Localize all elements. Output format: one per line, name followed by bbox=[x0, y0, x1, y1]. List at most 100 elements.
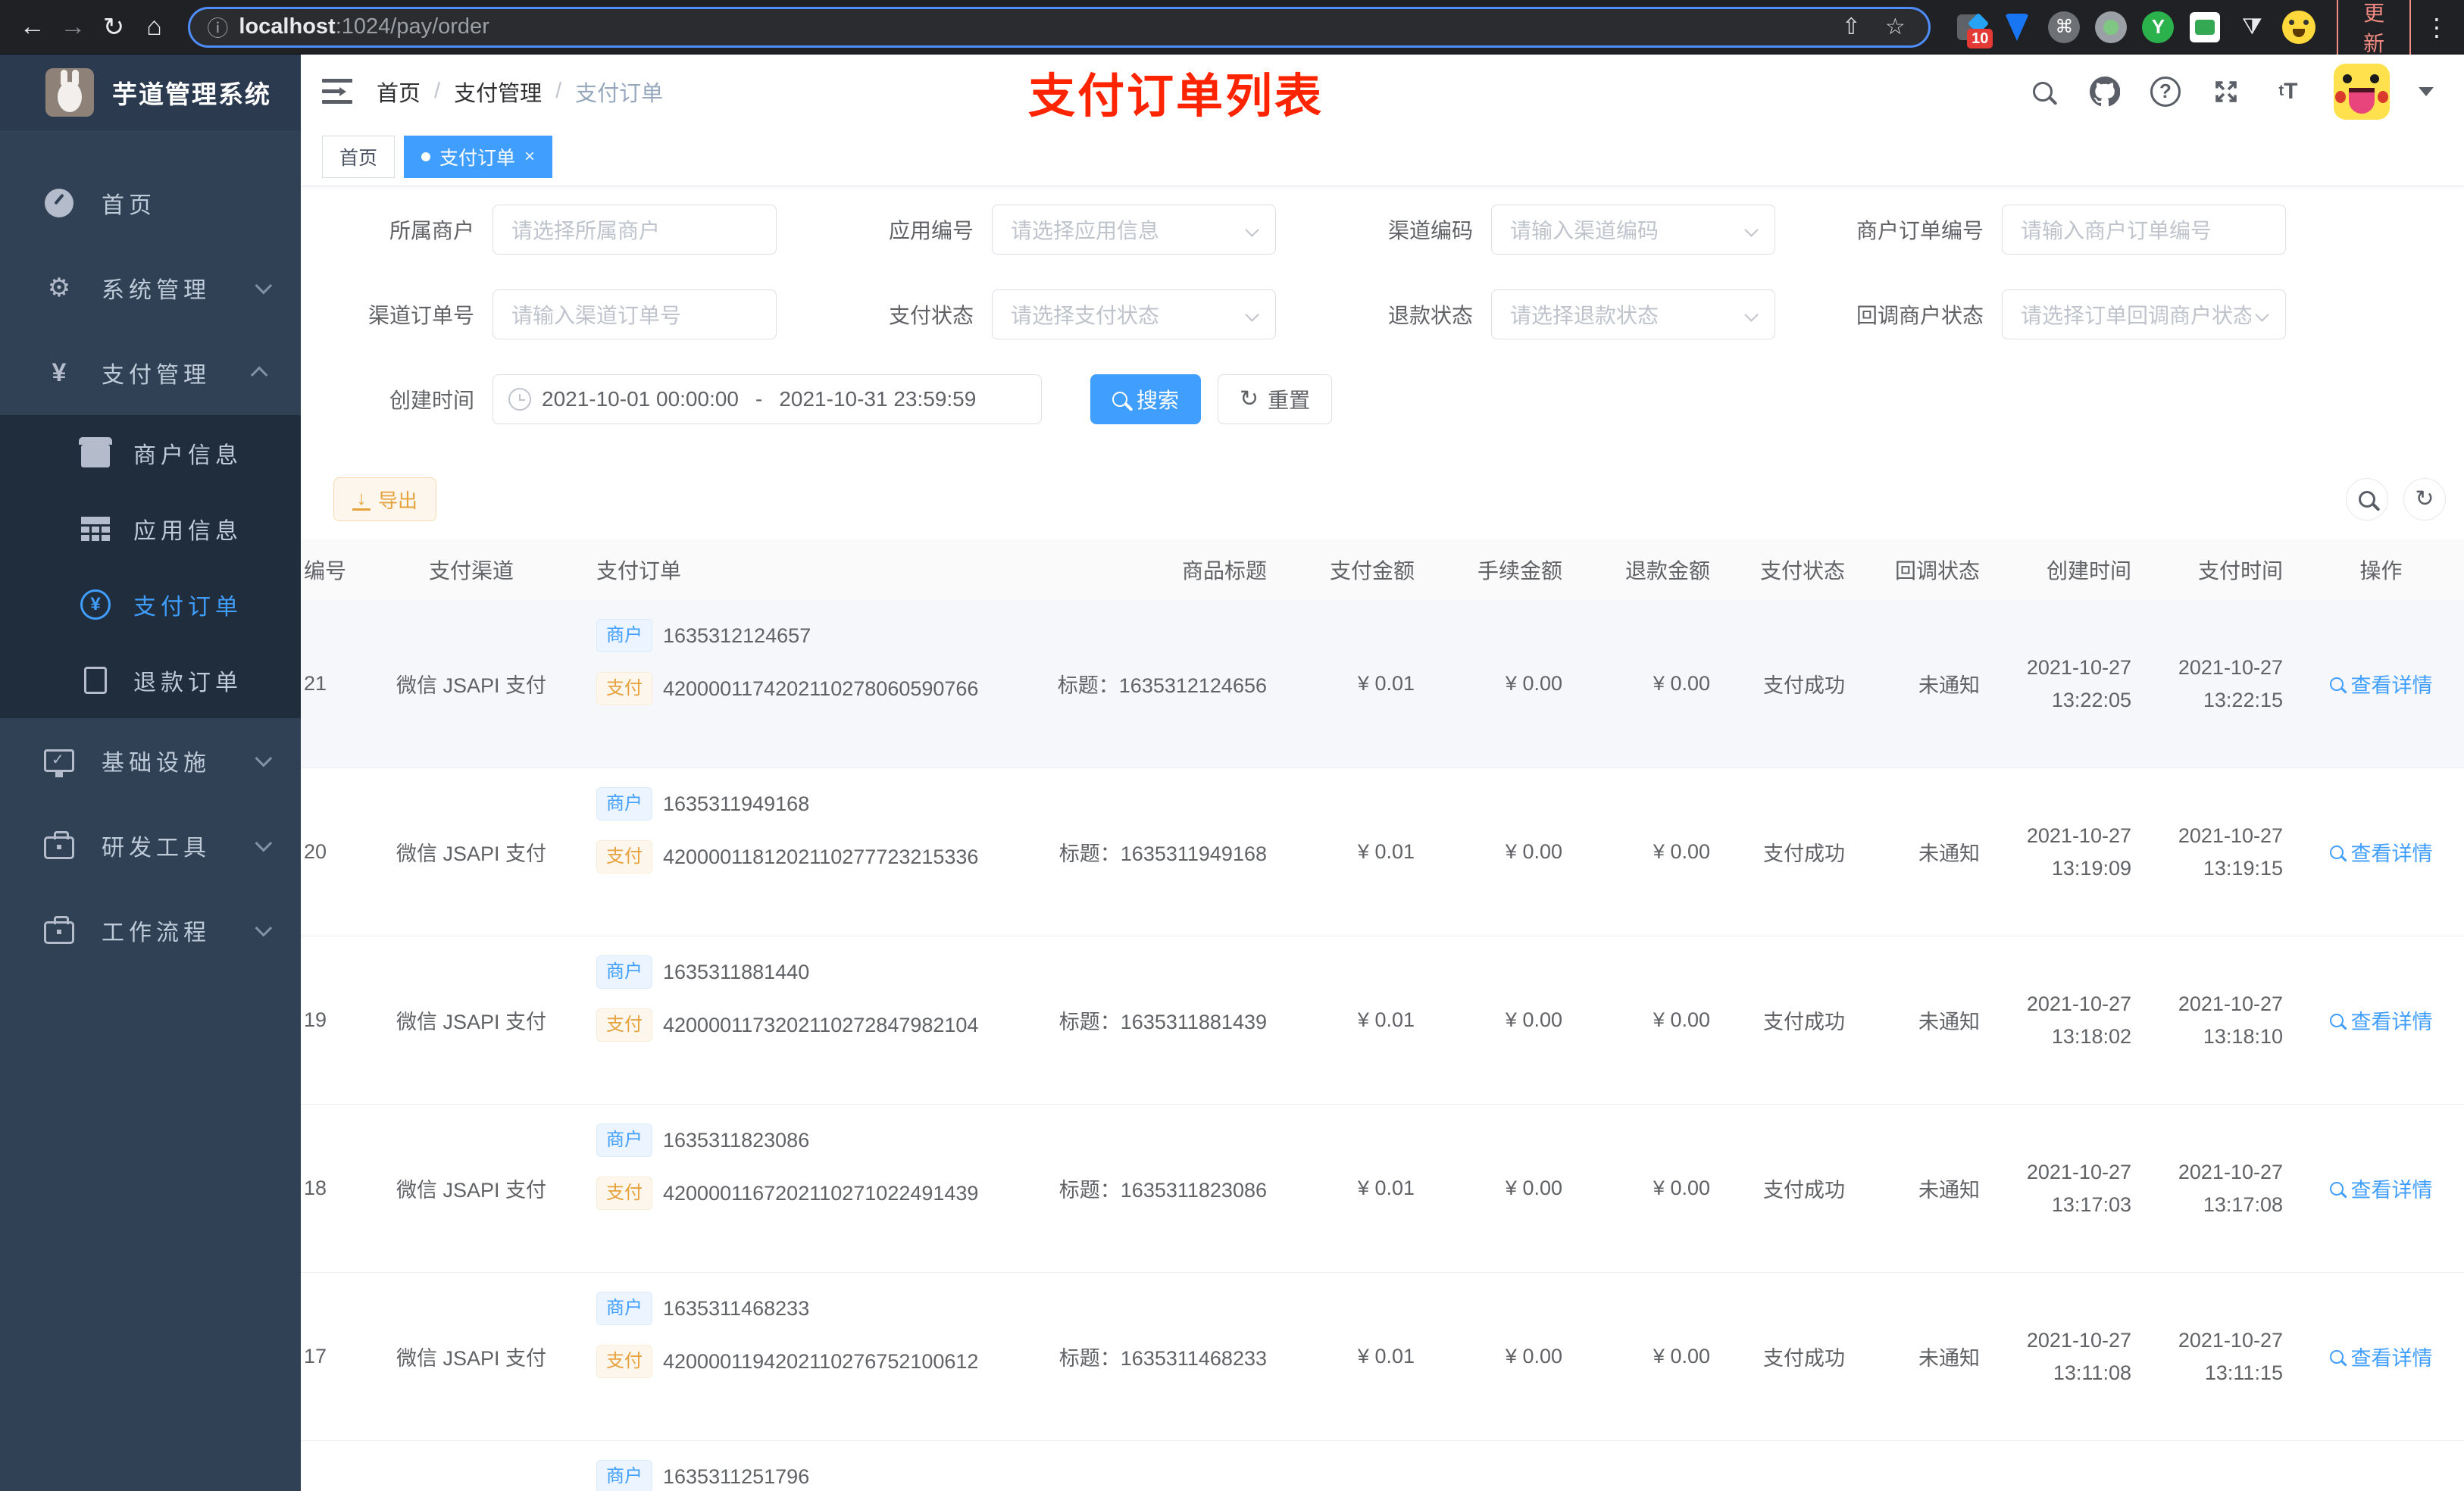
yen-circle-icon: ¥ bbox=[79, 589, 112, 620]
table-row[interactable]: 商户1635311251796 支付 查看详情 bbox=[301, 1441, 2464, 1491]
col-pay-time: 支付时间 bbox=[2197, 559, 2283, 583]
notify-status-select[interactable]: 请选择订单回调商户状态 bbox=[2002, 289, 2286, 339]
search-icon[interactable] bbox=[2026, 75, 2059, 108]
tab-close-icon[interactable]: × bbox=[524, 146, 535, 167]
merchant-order-no-input[interactable]: 请输入商户订单编号 bbox=[2002, 205, 2286, 255]
view-detail-link[interactable]: 查看详情 bbox=[2329, 1005, 2433, 1035]
hamburger-icon[interactable] bbox=[322, 78, 352, 105]
monitor-icon bbox=[42, 749, 76, 777]
view-detail-link[interactable]: 查看详情 bbox=[2329, 669, 2433, 699]
create-time-range-input[interactable]: 2021-10-01 00:00:00 - 2021-10-31 23:59:5… bbox=[492, 374, 1042, 424]
fullscreen-icon[interactable] bbox=[2209, 75, 2243, 108]
merchant-order-no-filter-label: 商户订单编号 bbox=[1856, 219, 1984, 242]
table-row[interactable]: 21 微信 JSAPI 支付 商户 1635312124657 支付 4200001… bbox=[301, 600, 2464, 768]
pay-order-cell: 商户 1635311823086 支付 4200001167202110271022… bbox=[562, 1105, 1017, 1272]
reset-button[interactable]: ↻ 重置 bbox=[1218, 374, 1333, 424]
actions-cell: 查看详情 bbox=[2298, 1342, 2464, 1371]
browser-home-icon[interactable]: ⌂ bbox=[137, 6, 172, 48]
col-notify-status: 回调状态 bbox=[1894, 559, 1980, 583]
dashboard-icon bbox=[42, 189, 76, 217]
annotation-text: 支付订单列表 bbox=[1028, 70, 1324, 123]
user-avatar[interactable] bbox=[2334, 63, 2390, 120]
tab-pay-order[interactable]: 支付订单 × bbox=[404, 136, 553, 178]
address-bar[interactable]: ⓘ localhost:1024/pay/order ⇧ ☆ bbox=[188, 6, 1931, 48]
col-title: 商品标题 bbox=[1181, 559, 1267, 583]
profile-emoji-avatar[interactable] bbox=[2282, 10, 2316, 44]
sidebar-item-refund-order[interactable]: 退款订单 bbox=[0, 642, 301, 718]
breadcrumb: 首页 / 支付管理 / 支付订单 bbox=[377, 76, 663, 108]
pay-amount: ¥ 0.01 bbox=[1357, 672, 1415, 695]
tab-home[interactable]: 首页 bbox=[322, 136, 396, 178]
extension-command-icon[interactable]: ⌘ bbox=[2047, 11, 2081, 44]
channel-order-no-input[interactable]: 请输入渠道订单号 bbox=[492, 289, 777, 339]
avatar-caret-icon[interactable] bbox=[2419, 86, 2434, 104]
view-detail-link[interactable]: 查看详情 bbox=[2329, 1174, 2433, 1203]
col-fee: 手续金额 bbox=[1477, 559, 1562, 583]
orders-table: 编号 支付渠道 支付订单 商品标题 支付金额 手续金额 退款金额 支付状态 回调… bbox=[301, 539, 2464, 1491]
sidebar-item-pay[interactable]: ¥ 支付管理 bbox=[0, 330, 301, 415]
merchant-order-no: 1635311823086 bbox=[663, 1128, 810, 1152]
view-detail-link[interactable]: 查看详情 bbox=[2329, 837, 2433, 867]
search-icon bbox=[2359, 491, 2375, 508]
sidebar-item-devtools[interactable]: 研发工具 bbox=[0, 803, 301, 888]
search-button[interactable]: 搜索 bbox=[1090, 374, 1202, 424]
extension-gem-icon[interactable] bbox=[2000, 11, 2034, 44]
search-icon bbox=[1112, 392, 1127, 407]
refund-amount: ¥ 0.00 bbox=[1653, 840, 1710, 863]
site-info-icon[interactable]: ⓘ bbox=[207, 12, 228, 42]
browser-back-icon[interactable]: ← bbox=[15, 6, 50, 48]
pay-order-cell: 商户 1635311881440 支付 4200001173202110272847… bbox=[562, 936, 1017, 1104]
refund-status-select[interactable]: 请选择退款状态 bbox=[1491, 289, 1775, 339]
browser-menu-icon[interactable]: ⋮ bbox=[2425, 13, 2449, 42]
channel-code-select[interactable]: 请输入渠道编码 bbox=[1491, 205, 1775, 255]
pay-status: 支付成功 bbox=[1763, 1179, 1845, 1202]
export-button[interactable]: ↓ 导出 bbox=[333, 477, 437, 521]
help-icon[interactable]: ? bbox=[2150, 76, 2181, 107]
sidebar-item-pay-order[interactable]: ¥ 支付订单 bbox=[0, 567, 301, 642]
extension-badge: 10 bbox=[1967, 28, 1993, 48]
pay-tag: 支付 bbox=[596, 840, 652, 874]
sidebar-item-workflow[interactable]: 工作流程 bbox=[0, 888, 301, 973]
pay-time: 2021-10-27 13:11:15 bbox=[2178, 1329, 2283, 1384]
app-logo-row: 芋道管理系统 bbox=[0, 55, 301, 130]
github-icon[interactable] bbox=[2088, 75, 2122, 108]
app-filter-label: 应用编号 bbox=[888, 219, 974, 242]
refund-amount: ¥ 0.00 bbox=[1653, 672, 1710, 695]
sidebar-item-home[interactable]: 首页 bbox=[0, 161, 301, 245]
extension-dot-icon[interactable] bbox=[2094, 11, 2128, 44]
font-size-icon[interactable]: tT bbox=[2272, 75, 2305, 108]
merchant-order-no: 1635311468233 bbox=[663, 1296, 810, 1320]
col-refund: 退款金额 bbox=[1624, 559, 1710, 583]
view-detail-link[interactable]: 查看详情 bbox=[2329, 1342, 2433, 1371]
table-row[interactable]: 18 微信 JSAPI 支付 商户 1635311823086 支付 4200001… bbox=[301, 1105, 2464, 1273]
merchant-tag: 商户 bbox=[596, 1124, 652, 1157]
yen-icon: ¥ bbox=[52, 358, 67, 387]
toggle-search-button[interactable] bbox=[2346, 478, 2388, 520]
sidebar-item-system[interactable]: ⚙ 系统管理 bbox=[0, 245, 301, 330]
sidebar-item-merchant-info[interactable]: 商户信息 bbox=[0, 415, 301, 491]
table-row[interactable]: 20 微信 JSAPI 支付 商户 1635311949168 支付 4200001… bbox=[301, 768, 2464, 936]
app-select[interactable]: 请选择应用信息 bbox=[992, 205, 1276, 255]
table-row[interactable]: 17 微信 JSAPI 支付 商户 1635311468233 支付 4200001… bbox=[301, 1273, 2464, 1441]
pay-status-select[interactable]: 请选择支付状态 bbox=[992, 289, 1276, 339]
sidebar-item-infra[interactable]: 基础设施 bbox=[0, 718, 301, 803]
extension-y-icon[interactable]: Y bbox=[2141, 11, 2175, 44]
share-icon[interactable]: ⇧ bbox=[1834, 14, 1868, 40]
goods-title: 标题：1635311468233 bbox=[1058, 1347, 1267, 1370]
extension-chat-icon[interactable] bbox=[2188, 11, 2222, 44]
merchant-select[interactable]: 请选择所属商户 bbox=[492, 205, 777, 255]
bookmark-star-icon[interactable]: ☆ bbox=[1878, 14, 1912, 40]
breadcrumb-home[interactable]: 首页 bbox=[377, 76, 421, 108]
fee-amount: ¥ 0.00 bbox=[1505, 1177, 1562, 1199]
col-create-time: 创建时间 bbox=[2046, 559, 2131, 583]
chevron-down-icon bbox=[255, 277, 273, 295]
browser-forward-icon[interactable]: → bbox=[56, 6, 91, 48]
browser-reload-icon[interactable]: ↻ bbox=[96, 6, 131, 48]
actions-cell: 查看详情 bbox=[2298, 669, 2464, 699]
extension-blocks-icon[interactable]: 10 bbox=[1953, 11, 1993, 48]
table-row[interactable]: 19 微信 JSAPI 支付 商户 1635311881440 支付 4200001… bbox=[301, 936, 2464, 1105]
breadcrumb-section[interactable]: 支付管理 bbox=[454, 76, 542, 108]
sidebar-item-app-info[interactable]: 应用信息 bbox=[0, 491, 301, 567]
refresh-table-button[interactable]: ↻ bbox=[2403, 478, 2446, 520]
extensions-puzzle-icon[interactable]: ⧩ bbox=[2235, 11, 2269, 44]
